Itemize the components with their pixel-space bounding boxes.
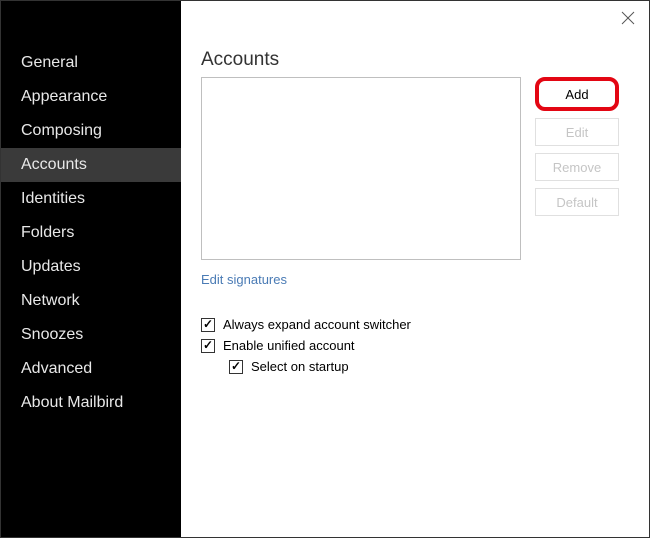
main-panel: Accounts Add Edit Remove Default Edit si…: [181, 1, 649, 537]
account-options: Always expand account switcher Enable un…: [201, 317, 619, 374]
sidebar-item-snoozes[interactable]: Snoozes: [1, 318, 181, 352]
edit-signatures-link[interactable]: Edit signatures: [201, 272, 287, 287]
remove-button[interactable]: Remove: [535, 153, 619, 181]
sidebar-item-appearance[interactable]: Appearance: [1, 80, 181, 114]
sidebar-item-identities[interactable]: Identities: [1, 182, 181, 216]
settings-sidebar: General Appearance Composing Accounts Id…: [1, 1, 181, 537]
checkbox-enable-unified[interactable]: [201, 339, 215, 353]
default-button[interactable]: Default: [535, 188, 619, 216]
sidebar-item-network[interactable]: Network: [1, 284, 181, 318]
sidebar-item-advanced[interactable]: Advanced: [1, 352, 181, 386]
edit-button[interactable]: Edit: [535, 118, 619, 146]
sidebar-item-about[interactable]: About Mailbird: [1, 386, 181, 420]
add-button[interactable]: Add: [535, 77, 619, 111]
account-buttons: Add Edit Remove Default: [535, 77, 619, 216]
close-button[interactable]: [621, 11, 635, 25]
label-select-on-startup: Select on startup: [251, 359, 349, 374]
label-enable-unified: Enable unified account: [223, 338, 355, 353]
checkbox-always-expand[interactable]: [201, 318, 215, 332]
accounts-listbox[interactable]: [201, 77, 521, 260]
sidebar-item-updates[interactable]: Updates: [1, 250, 181, 284]
sidebar-item-composing[interactable]: Composing: [1, 114, 181, 148]
sidebar-item-accounts[interactable]: Accounts: [1, 148, 181, 182]
close-icon: [621, 11, 635, 25]
page-title: Accounts: [201, 49, 619, 71]
sidebar-item-general[interactable]: General: [1, 46, 181, 80]
checkbox-select-on-startup[interactable]: [229, 360, 243, 374]
sidebar-item-folders[interactable]: Folders: [1, 216, 181, 250]
label-always-expand: Always expand account switcher: [223, 317, 411, 332]
